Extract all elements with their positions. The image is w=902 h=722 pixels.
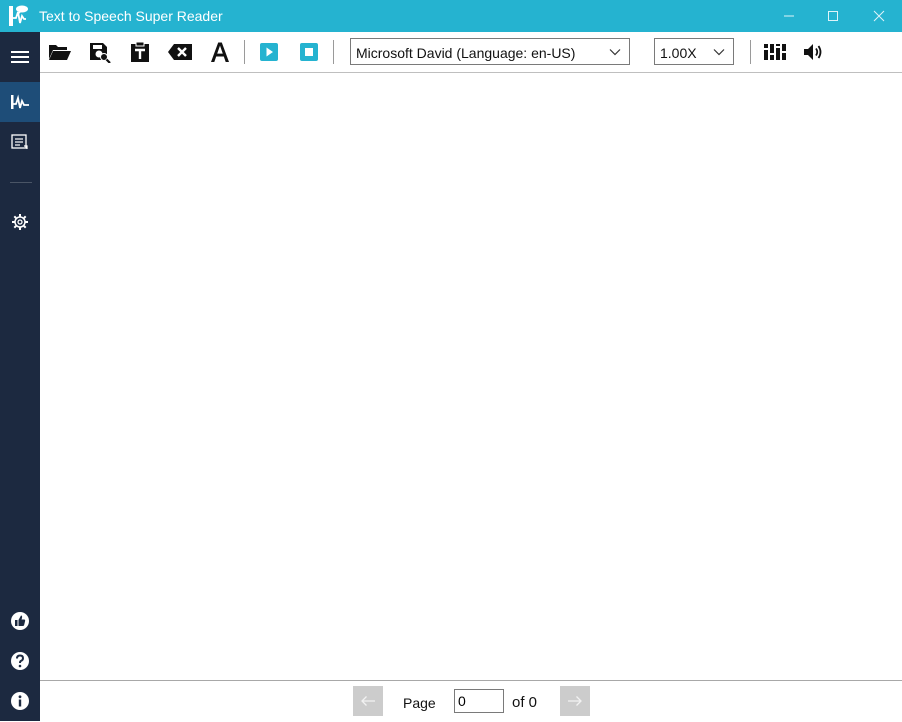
page-navigation: Page of 0 <box>40 680 902 722</box>
font-button[interactable] <box>207 40 233 64</box>
voice-select-value: Microsoft David (Language: en-US) <box>356 45 576 61</box>
save-icon <box>90 43 111 63</box>
speed-select-value: 1.00X <box>660 45 697 61</box>
paste-text-button[interactable] <box>127 40 153 64</box>
stop-icon <box>300 43 318 61</box>
volume-button[interactable] <box>800 40 826 64</box>
play-button[interactable] <box>256 40 282 64</box>
clipboard-text-icon <box>131 41 149 62</box>
close-icon <box>873 10 885 22</box>
thumbs-up-icon <box>11 612 29 630</box>
speed-select[interactable]: 1.00X <box>654 38 734 65</box>
save-button[interactable] <box>87 40 113 64</box>
play-icon <box>260 43 278 61</box>
chevron-down-icon <box>713 49 725 56</box>
list-icon <box>11 134 28 149</box>
info-icon <box>11 692 29 710</box>
waveform-icon <box>11 94 29 109</box>
title-bar: Text to Speech Super Reader <box>0 0 902 32</box>
text-editor-area[interactable] <box>40 73 902 679</box>
toolbar-separator <box>750 40 751 64</box>
voice-select[interactable]: Microsoft David (Language: en-US) <box>350 38 630 65</box>
app-logo-icon <box>6 4 30 28</box>
toolbar-separator <box>244 40 245 64</box>
toolbar-separator <box>333 40 334 64</box>
previous-page-button[interactable] <box>353 686 383 716</box>
sidebar-item-help[interactable] <box>0 641 40 681</box>
equalizer-icon <box>764 44 786 60</box>
stop-button[interactable] <box>296 40 322 64</box>
maximize-icon <box>828 11 838 21</box>
folder-open-icon <box>49 45 71 60</box>
window-title: Text to Speech Super Reader <box>39 8 223 24</box>
question-icon <box>11 652 29 670</box>
font-icon <box>211 42 229 62</box>
hamburger-icon <box>11 51 29 63</box>
minimize-button[interactable] <box>766 0 812 32</box>
next-page-button[interactable] <box>560 686 590 716</box>
gear-icon <box>12 214 28 230</box>
page-total-label: of 0 <box>512 694 538 711</box>
backspace-icon <box>168 44 192 60</box>
page-number-input[interactable] <box>454 689 504 713</box>
arrow-right-icon <box>568 696 582 706</box>
open-file-button[interactable] <box>47 40 73 64</box>
minimize-icon <box>784 15 794 17</box>
clear-text-button[interactable] <box>167 40 193 64</box>
sidebar-item-reader[interactable] <box>0 82 40 122</box>
arrow-left-icon <box>361 696 375 706</box>
audio-settings-button[interactable] <box>762 40 788 64</box>
speaker-icon <box>804 44 822 60</box>
sidebar-divider <box>10 182 32 183</box>
sidebar-menu-button[interactable] <box>0 37 40 77</box>
sidebar <box>0 32 40 721</box>
sidebar-item-about[interactable] <box>0 681 40 721</box>
toolbar: Microsoft David (Language: en-US) 1.00X <box>40 32 902 73</box>
close-button[interactable] <box>856 0 902 32</box>
maximize-button[interactable] <box>810 0 856 32</box>
chevron-down-icon <box>609 49 621 56</box>
sidebar-item-documents[interactable] <box>0 122 40 162</box>
sidebar-item-settings[interactable] <box>0 202 40 242</box>
sidebar-item-like[interactable] <box>0 601 40 641</box>
page-label: Page <box>403 695 436 711</box>
